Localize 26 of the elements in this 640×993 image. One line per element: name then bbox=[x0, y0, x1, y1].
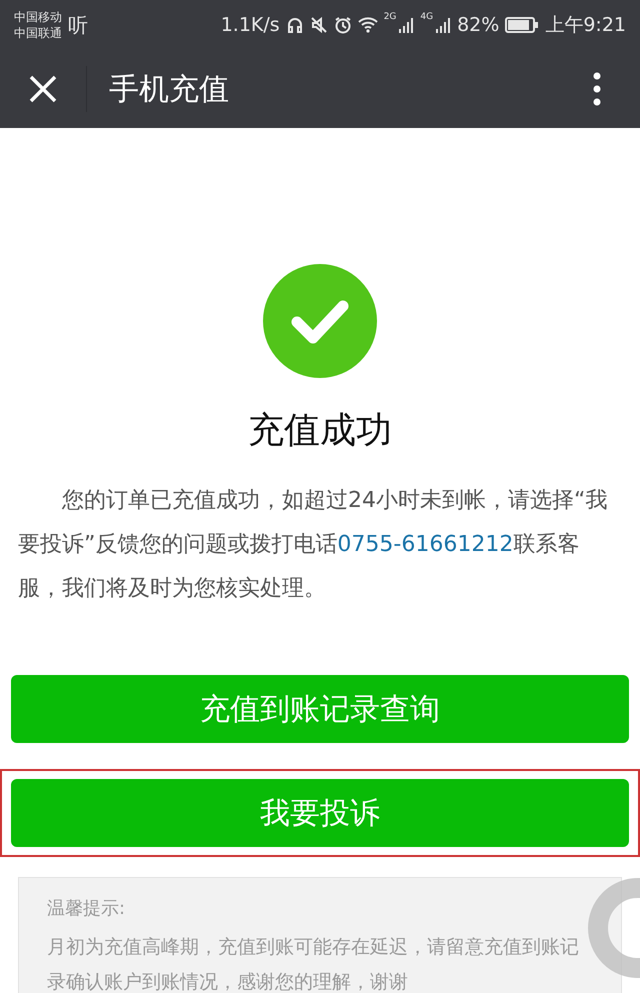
action-button[interactable]: 充值到账记录查询 bbox=[11, 675, 629, 743]
listen-indicator: 听 bbox=[68, 12, 88, 38]
clock-time: 上午9:21 bbox=[545, 13, 626, 38]
mute-icon bbox=[310, 16, 328, 34]
close-icon bbox=[28, 74, 58, 104]
network-speed: 1.1K/s bbox=[220, 14, 280, 36]
network-type: 2G bbox=[384, 12, 396, 22]
network-type: 4G bbox=[420, 12, 434, 22]
success-title: 充值成功 bbox=[248, 409, 392, 453]
more-icon bbox=[593, 72, 601, 106]
headset-icon bbox=[286, 16, 304, 34]
result-message: 您的订单已充值成功，如超过24小时未到帐，请选择“我要投诉”反馈您的问题或拨打电话0755-61661212联系客服，我们将及时为您核实处理。 bbox=[18, 487, 608, 603]
signal-icon bbox=[435, 17, 452, 33]
action-button[interactable]: 我要投诉 bbox=[11, 779, 629, 847]
tip-title: 温馨提示: bbox=[47, 897, 126, 920]
success-check-icon bbox=[263, 264, 377, 378]
signal-icon bbox=[398, 17, 414, 33]
phone-link[interactable]: 0755-61661212 bbox=[337, 532, 514, 557]
battery-level: 82% bbox=[457, 14, 500, 36]
tip-text: 月初为充值高峰期，充值到账可能存在延迟，请留意充值到账记录确认账户到账情况，感谢您的理解，谢谢 bbox=[47, 935, 580, 993]
carrier-name: 中国联通 bbox=[14, 25, 62, 41]
carrier-name: 中国移动 bbox=[14, 9, 62, 25]
wifi-icon bbox=[358, 17, 378, 33]
battery-icon bbox=[505, 17, 540, 33]
page-title: 手机充值 bbox=[109, 70, 230, 108]
alarm-icon bbox=[334, 16, 352, 34]
